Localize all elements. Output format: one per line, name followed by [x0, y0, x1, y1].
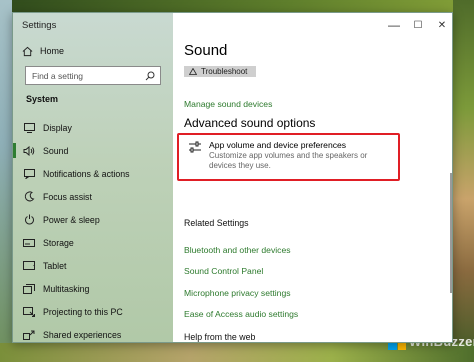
projecting-icon	[23, 306, 35, 318]
sidebar-item-label: Projecting to this PC	[43, 306, 123, 317]
sidebar-item-storage[interactable]: Storage	[13, 231, 173, 254]
home-icon	[22, 46, 33, 56]
wallpaper-right-strip	[453, 0, 474, 362]
sidebar-titlebar: Settings	[13, 13, 173, 37]
sidebar-item-label: Sound	[43, 145, 69, 156]
troubleshoot-button[interactable]: Troubleshoot	[184, 66, 256, 77]
caption-buttons: — ☐ ✕	[382, 13, 452, 37]
sidebar-item-label: Storage	[43, 237, 74, 248]
app-volume-description: Customize app volumes and the speakers o…	[209, 151, 368, 170]
sidebar-item-multitasking[interactable]: Multitasking	[13, 277, 173, 300]
minimize-button[interactable]: —	[382, 13, 406, 37]
related-settings-title: Related Settings	[184, 218, 249, 228]
microphone-privacy-link[interactable]: Microphone privacy settings	[184, 288, 291, 298]
notifications-icon	[23, 168, 35, 180]
sidebar-section-label: System	[26, 94, 59, 104]
main-content: — ☐ ✕ Sound Troubleshoot Manage sound de…	[173, 13, 452, 342]
troubleshoot-label: Troubleshoot	[201, 67, 248, 76]
nav-home-label: Home	[40, 46, 65, 56]
multitasking-icon	[23, 283, 35, 295]
advanced-sound-options-title: Advanced sound options	[184, 116, 316, 130]
sidebar-item-label: Focus assist	[43, 191, 92, 202]
speaker-icon	[23, 145, 35, 157]
power-icon	[23, 214, 35, 226]
sidebar: Settings Home Find a setting System Disp…	[13, 13, 173, 342]
close-button[interactable]: ✕	[430, 13, 452, 37]
app-volume-title: App volume and device preferences	[209, 140, 347, 150]
display-icon	[23, 122, 35, 134]
sidebar-item-label: Display	[43, 122, 72, 133]
warning-icon	[189, 68, 197, 75]
search-icon	[145, 71, 155, 80]
sidebar-item-label: Shared experiences	[43, 329, 122, 340]
sidebar-item-sound[interactable]: Sound	[13, 139, 173, 162]
settings-window: Settings Home Find a setting System Disp…	[12, 12, 453, 343]
ease-of-access-audio-link[interactable]: Ease of Access audio settings	[184, 309, 298, 319]
app-volume-preferences-item[interactable]: App volume and device preferences Custom…	[188, 140, 398, 171]
focus-assist-icon	[23, 191, 35, 203]
nav-home[interactable]: Home	[13, 42, 173, 60]
wallpaper-left-strip	[0, 0, 12, 362]
tablet-icon	[23, 260, 35, 272]
sidebar-item-tablet[interactable]: Tablet	[13, 254, 173, 277]
bluetooth-devices-link[interactable]: Bluetooth and other devices	[184, 245, 291, 255]
storage-icon	[23, 237, 35, 249]
sliders-icon	[189, 141, 201, 153]
app-title: Settings	[22, 19, 57, 31]
manage-sound-devices-link[interactable]: Manage sound devices	[184, 99, 272, 109]
sidebar-item-shared-experiences[interactable]: Shared experiences	[13, 323, 173, 342]
sound-control-panel-link[interactable]: Sound Control Panel	[184, 266, 263, 276]
sidebar-item-display[interactable]: Display	[13, 116, 173, 139]
sidebar-item-label: Notifications & actions	[43, 168, 130, 179]
search-input[interactable]: Find a setting	[25, 66, 161, 85]
help-from-web-title: Help from the web	[184, 332, 256, 342]
shared-experiences-icon	[23, 329, 35, 341]
sidebar-item-power-sleep[interactable]: Power & sleep	[13, 208, 173, 231]
sidebar-item-label: Power & sleep	[43, 214, 100, 225]
maximize-button[interactable]: ☐	[406, 13, 430, 37]
search-placeholder: Find a setting	[32, 70, 84, 81]
sidebar-item-notifications[interactable]: Notifications & actions	[13, 162, 173, 185]
sidebar-item-label: Tablet	[43, 260, 67, 271]
page-title: Sound	[184, 42, 228, 59]
sidebar-item-projecting[interactable]: Projecting to this PC	[13, 300, 173, 323]
sidebar-item-focus-assist[interactable]: Focus assist	[13, 185, 173, 208]
content-titlebar: — ☐ ✕	[173, 13, 452, 37]
scrollbar[interactable]	[450, 173, 452, 293]
sidebar-nav-list: Display Sound Notifications & actions Fo…	[13, 116, 173, 342]
sidebar-item-label: Multitasking	[43, 283, 90, 294]
